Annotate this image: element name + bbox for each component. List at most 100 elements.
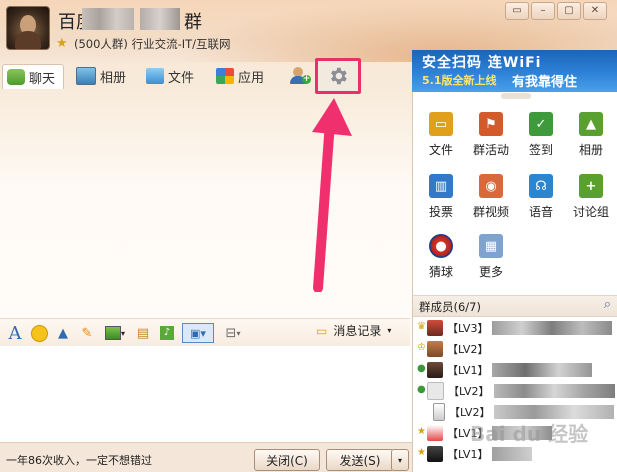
tab-apps[interactable]: 应用 bbox=[216, 64, 264, 88]
banner-line2b: 有我靠得住 bbox=[512, 75, 578, 90]
app-more[interactable]: ▦ 更多 bbox=[467, 234, 515, 280]
admin-star-icon: ★ bbox=[417, 426, 426, 437]
ball-icon: ● bbox=[429, 234, 453, 258]
emoji-icon[interactable] bbox=[30, 324, 48, 342]
member-avatar bbox=[426, 382, 445, 400]
app-guess-ball[interactable]: ● 猜球 bbox=[417, 234, 465, 280]
discussion-icon: + bbox=[579, 174, 603, 198]
note-icon[interactable]: ▤ bbox=[134, 324, 152, 342]
message-input[interactable] bbox=[0, 346, 410, 442]
member-icon: ● bbox=[417, 363, 426, 374]
app-label: 相册 bbox=[578, 143, 603, 157]
blurred-member-name bbox=[492, 447, 533, 461]
member-avatar bbox=[433, 403, 445, 421]
app-photos[interactable]: ▲ 相册 bbox=[567, 112, 615, 158]
settings-button[interactable] bbox=[315, 58, 361, 94]
bottom-bar: 一年86次收入，一定不想错过 关闭(C) 发送(S) ▾ bbox=[0, 442, 412, 472]
qq-group-chat-window: 百度 群 ★ (500人群) 行业交流-IT/互联网 ▭ – ▢ ✕ 聊天 相册… bbox=[0, 0, 617, 472]
screenshot-icon[interactable]: ▣▾ bbox=[182, 323, 214, 343]
blurred-name-part bbox=[82, 8, 134, 30]
ad-tip[interactable]: 一年86次收入，一定不想错过 bbox=[6, 452, 152, 468]
checkin-icon: ✓ bbox=[529, 112, 553, 136]
member-avatar bbox=[427, 446, 443, 462]
close-window-button[interactable]: ✕ bbox=[583, 2, 607, 20]
tab-label: 聊天 bbox=[29, 71, 56, 87]
tab-label: 应用 bbox=[238, 70, 265, 86]
shake-icon[interactable]: ⊟ ▾ bbox=[220, 324, 246, 342]
tab-label: 相册 bbox=[100, 70, 127, 86]
member-row[interactable]: ★ 【LV1】 bbox=[417, 444, 615, 464]
picture-icon[interactable]: ▾ bbox=[102, 324, 128, 342]
owner-crown-icon: ♛ bbox=[417, 321, 426, 332]
banner-line1: 安全扫码 连WiFi bbox=[422, 55, 542, 71]
message-record-button[interactable]: ▭ 消息记录 ▾ bbox=[316, 322, 391, 339]
app-group-activity[interactable]: ⚑ 群活动 bbox=[467, 112, 515, 158]
member-avatar bbox=[427, 341, 443, 357]
member-row[interactable]: ♔ 【LV2】 bbox=[417, 339, 615, 359]
admin-star-icon: ★ bbox=[417, 447, 426, 458]
members-header: 群成员(6/7) ⌕ bbox=[413, 295, 617, 317]
message-record-label: 消息记录 bbox=[333, 324, 382, 338]
app-label: 语音 bbox=[528, 205, 553, 219]
avatar-body bbox=[15, 31, 41, 49]
app-label: 文件 bbox=[428, 143, 453, 157]
app-label: 群活动 bbox=[472, 143, 509, 157]
member-row[interactable]: ♛ 【LV3】 bbox=[417, 318, 615, 338]
tab-chat[interactable]: 聊天 bbox=[2, 64, 65, 89]
flag-icon: ⚑ bbox=[479, 112, 503, 136]
send-button[interactable]: 发送(S) bbox=[326, 449, 394, 471]
app-files[interactable]: ▭ 文件 bbox=[417, 112, 465, 158]
app-label: 猜球 bbox=[428, 265, 453, 279]
message-record-icon: ▭ bbox=[316, 323, 328, 338]
voice-icon: ☊ bbox=[529, 174, 553, 198]
minimize-button[interactable]: – bbox=[531, 2, 555, 20]
member-level: 【LV1】 bbox=[447, 448, 489, 461]
member-avatar bbox=[427, 362, 443, 378]
folder-icon: ▭ bbox=[429, 112, 453, 136]
panel-drag-handle[interactable] bbox=[501, 93, 531, 99]
app-checkin[interactable]: ✓ 签到 bbox=[517, 112, 565, 158]
app-discussion[interactable]: + 讨论组 bbox=[567, 174, 615, 220]
music-icon[interactable]: ♪ bbox=[158, 324, 176, 342]
chevron-down-icon: ▾ bbox=[397, 455, 402, 465]
app-label: 讨论组 bbox=[572, 205, 609, 219]
app-voice[interactable]: ☊ 语音 bbox=[517, 174, 565, 220]
member-icon: ● bbox=[417, 384, 426, 395]
video-icon: ◉ bbox=[479, 174, 503, 198]
chat-message-area[interactable] bbox=[0, 90, 410, 316]
send-options-button[interactable]: ▾ bbox=[391, 449, 409, 471]
admin-icon: ♔ bbox=[417, 342, 426, 353]
app-label: 更多 bbox=[478, 265, 503, 279]
blurred-name-part bbox=[140, 8, 180, 30]
member-level: 【LV2】 bbox=[447, 343, 489, 356]
ad-banner[interactable]: 安全扫码 连WiFi 5.1版全新上线 有我靠得住 bbox=[412, 50, 617, 92]
gear-icon bbox=[331, 67, 347, 85]
group-avatar[interactable] bbox=[6, 6, 50, 50]
member-row[interactable]: ● 【LV1】 bbox=[417, 360, 615, 380]
close-button[interactable]: 关闭(C) bbox=[254, 449, 320, 471]
member-level: 【LV2】 bbox=[448, 385, 490, 398]
app-label: 投票 bbox=[428, 205, 453, 219]
maximize-button[interactable]: ▢ bbox=[557, 2, 581, 20]
apps-icon bbox=[216, 68, 234, 84]
blurred-member-name bbox=[492, 363, 593, 377]
member-level: 【LV1】 bbox=[447, 364, 489, 377]
chevron-down-icon: ▾ bbox=[387, 326, 392, 335]
tab-files[interactable]: 文件 bbox=[146, 64, 194, 88]
photo-icon: ▲ bbox=[579, 112, 603, 136]
tab-album[interactable]: 相册 bbox=[76, 64, 126, 88]
app-group-video[interactable]: ◉ 群视频 bbox=[467, 174, 515, 220]
watermark: Bai du 经验 bbox=[470, 422, 589, 446]
magic-expression-icon[interactable]: ▲ bbox=[54, 324, 72, 342]
tab-label: 文件 bbox=[168, 70, 195, 86]
skin-button[interactable]: ▭ bbox=[505, 2, 529, 20]
right-panel: ▭ 文件 ⚑ 群活动 ✓ 签到 ▲ 相册 ▥ 投票 ◉ 群视频 ☊ 语音 + 讨… bbox=[412, 92, 617, 472]
members-title: 群成员(6/7) bbox=[419, 300, 481, 314]
doodle-icon[interactable]: ✎ bbox=[78, 324, 96, 342]
app-vote[interactable]: ▥ 投票 bbox=[417, 174, 465, 220]
member-search-icon[interactable]: ⌕ bbox=[604, 297, 611, 312]
add-member-button[interactable]: + bbox=[290, 64, 311, 88]
vote-icon: ▥ bbox=[429, 174, 453, 198]
member-row[interactable]: ● 【LV2】 bbox=[417, 381, 615, 401]
font-icon[interactable]: A bbox=[6, 323, 24, 344]
